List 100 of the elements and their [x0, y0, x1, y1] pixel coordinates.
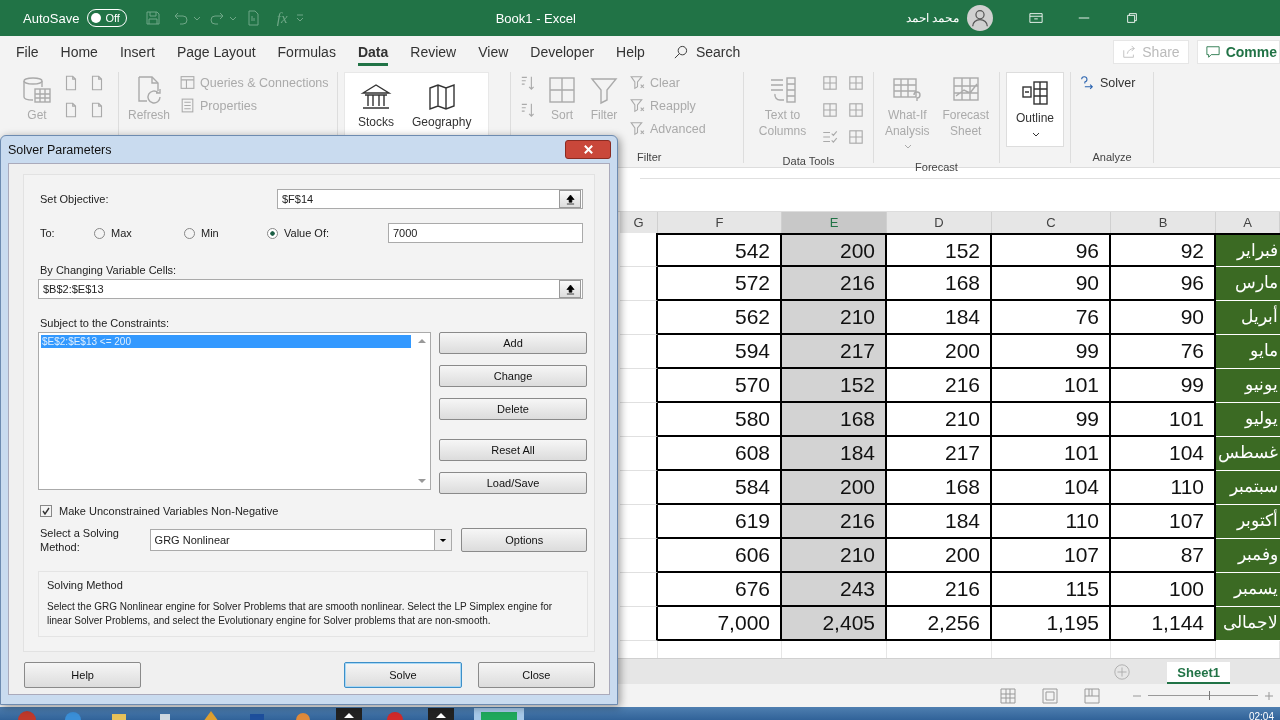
solver-icon	[1079, 74, 1096, 91]
clock: 02:04	[1248, 712, 1274, 720]
table-cell: 101	[992, 369, 1111, 403]
collapse-button[interactable]	[559, 190, 581, 208]
table-cell	[620, 369, 658, 403]
filter-clear-icon	[629, 74, 646, 91]
table-cell: أكتوبر	[1216, 505, 1280, 539]
table-cell: 200	[782, 471, 887, 505]
avatar-icon[interactable]	[967, 5, 994, 31]
comments-button[interactable]: Comme	[1196, 40, 1280, 64]
dialog-button[interactable]: Change	[439, 365, 587, 387]
ribbon-tab[interactable]: Data	[347, 40, 399, 64]
variable-cells-field[interactable]: $B$2:$E$13	[38, 279, 583, 299]
nonnegative-checkbox-option[interactable]: Make Unconstrained Variables Non-Negative	[40, 505, 587, 517]
restore-icon[interactable]	[1125, 11, 1140, 25]
ribbon-tab[interactable]: Insert	[109, 40, 165, 64]
radio-button[interactable]	[267, 227, 278, 239]
caret-icon[interactable]	[192, 14, 201, 22]
dialog-button[interactable]: Load/Save	[439, 472, 587, 494]
normal-view-icon[interactable]	[1000, 687, 1016, 704]
table-cell	[620, 573, 658, 607]
grid-icon	[847, 128, 865, 146]
ribbon-button[interactable]: Solver	[1077, 72, 1138, 93]
ribbon-tab[interactable]: View	[468, 40, 519, 64]
spreadsheet-app-icon[interactable]	[474, 708, 524, 720]
app-icon[interactable]	[336, 708, 362, 720]
save-icon[interactable]	[144, 10, 161, 26]
dialog-button[interactable]: Delete	[439, 398, 587, 420]
ribbon-tab[interactable]: Developer	[520, 40, 605, 64]
page-break-icon[interactable]	[1084, 687, 1100, 704]
zoom-in-icon[interactable]	[1264, 690, 1274, 701]
table-cell	[620, 301, 658, 335]
table-cell: 200	[887, 539, 992, 573]
objective-field[interactable]: $F$14	[277, 189, 583, 209]
dialog-button[interactable]: Solve	[344, 662, 462, 688]
page-layout-icon[interactable]	[1042, 687, 1058, 704]
table-cell: لاجمالى	[1216, 607, 1280, 641]
table-cell: 217	[782, 335, 887, 369]
table-cell: 152	[887, 233, 992, 267]
value-field[interactable]: 7000	[388, 223, 583, 243]
table-cell: 216	[887, 573, 992, 607]
column-header[interactable]: B	[1111, 212, 1216, 233]
table-cell: غسطس	[1216, 437, 1280, 471]
table-cell: 217	[887, 437, 992, 471]
radio-option[interactable]: Max	[94, 227, 184, 239]
add-sheet-icon[interactable]	[1113, 663, 1132, 681]
description-title: Solving Method	[47, 578, 124, 591]
ribbon-tab[interactable]: Help	[606, 40, 655, 64]
ribbon-options-icon[interactable]	[1029, 11, 1044, 25]
ribbon-tab[interactable]: Formulas	[267, 40, 346, 64]
checkbox[interactable]	[40, 505, 52, 517]
scroll-down-icon[interactable]	[417, 478, 426, 484]
search-icon	[672, 44, 688, 60]
radio-button[interactable]	[94, 227, 105, 239]
ribbon-button[interactable]: Stocks	[355, 79, 397, 133]
ribbon-tab[interactable]: Home	[50, 40, 108, 64]
ribbon-button[interactable]: Geography	[409, 79, 475, 133]
options-button[interactable]: Options	[461, 528, 587, 553]
column-header[interactable]: G	[620, 212, 658, 233]
table-cell: سبتمبر	[1216, 471, 1280, 505]
table-cell	[620, 539, 658, 573]
caret-icon[interactable]	[228, 14, 237, 22]
ribbon-tab[interactable]: File	[6, 40, 49, 64]
table-cell: 96	[992, 233, 1111, 267]
panel-icon	[179, 74, 197, 91]
comment-icon	[1205, 45, 1220, 59]
collapse-button[interactable]	[559, 280, 581, 298]
sort-icon	[519, 101, 537, 119]
close-button[interactable]	[565, 140, 611, 159]
ribbon-button[interactable]: Outline	[1006, 72, 1064, 148]
grid-icon	[821, 101, 839, 119]
undo-icon[interactable]	[172, 10, 189, 26]
dialog-button[interactable]: Reset All	[439, 439, 587, 461]
dialog-button[interactable]: Close	[477, 662, 595, 688]
table-cell	[620, 403, 658, 437]
radio-button[interactable]	[184, 227, 195, 239]
table-cell: 110	[992, 505, 1111, 539]
method-dropdown[interactable]: GRG Nonlinear	[149, 529, 453, 552]
table-cell: 184	[887, 505, 992, 539]
app-icon[interactable]	[428, 708, 454, 720]
table-cell: أبريل	[1216, 301, 1280, 335]
scroll-up-icon[interactable]	[417, 338, 426, 344]
radio-option[interactable]: Value Of:	[267, 227, 388, 239]
column-header[interactable]: C	[992, 212, 1111, 233]
group-label: Analyze	[1092, 151, 1132, 163]
table-cell: 90	[992, 267, 1111, 301]
ribbon-tab[interactable]: Review	[400, 40, 467, 64]
user-name: محمد احمد	[905, 11, 960, 25]
customize-icon[interactable]	[295, 14, 304, 22]
column-header[interactable]: D	[887, 212, 992, 233]
dialog-button[interactable]: Add	[439, 332, 587, 354]
table-cell: مايو	[1216, 335, 1280, 369]
table-cell: 210	[782, 301, 887, 335]
radio-option[interactable]: Min	[184, 227, 267, 239]
field-label: Select a Solving Method:	[40, 526, 120, 555]
search-box[interactable]: Search	[668, 40, 745, 64]
redo-icon[interactable]	[208, 10, 225, 26]
dialog-button[interactable]: Help	[24, 662, 142, 688]
ribbon-tab[interactable]: Page Layout	[166, 40, 266, 64]
sheet-tab[interactable]: Sheet1	[1167, 662, 1230, 684]
